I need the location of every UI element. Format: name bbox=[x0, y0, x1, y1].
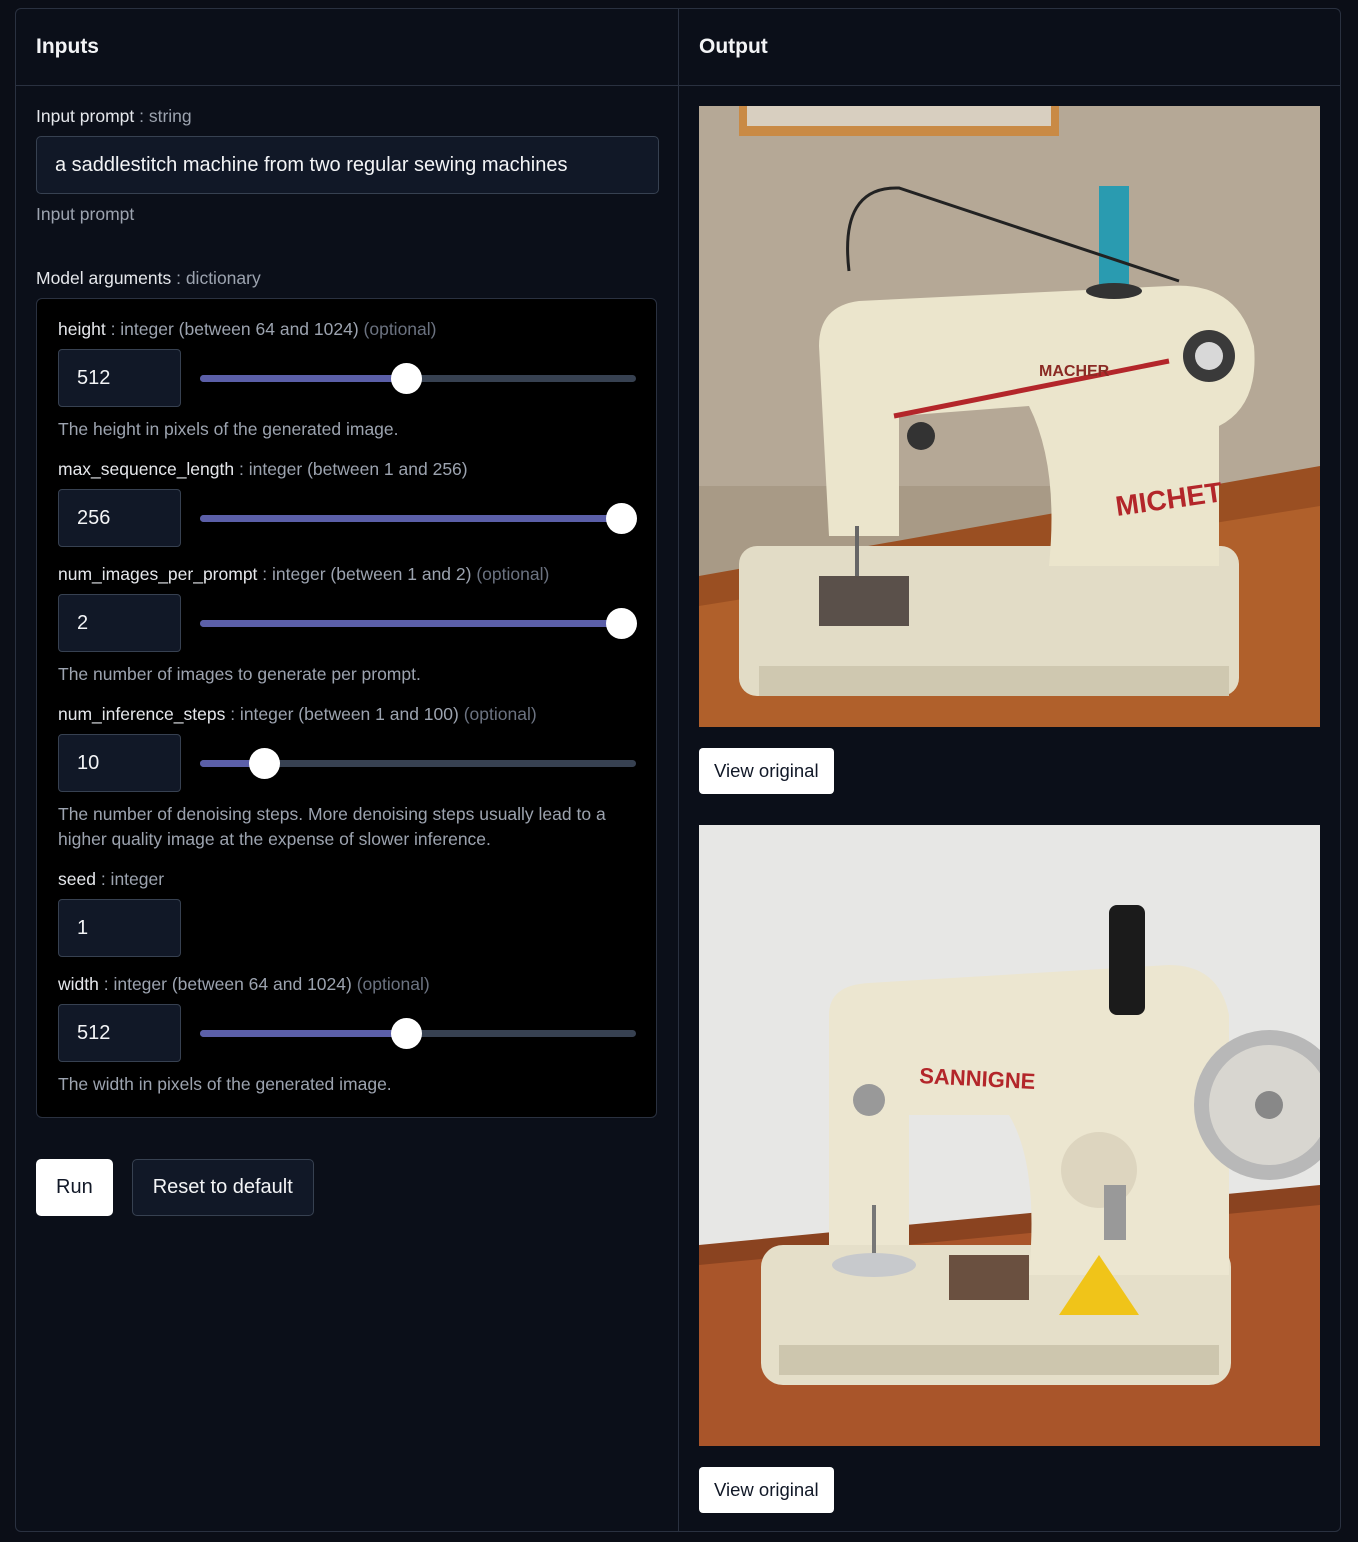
num-images-per-prompt-input[interactable]: 2 bbox=[58, 594, 181, 652]
inputs-panel: Inputs Input prompt : string a saddlesti… bbox=[16, 9, 679, 1531]
arg-max-sequence-length: max_sequence_length : integer (between 1… bbox=[58, 459, 637, 547]
max-sequence-length-slider[interactable] bbox=[199, 503, 637, 534]
arg-num-inference-steps: num_inference_steps : integer (between 1… bbox=[58, 704, 636, 852]
slider-fill bbox=[199, 620, 621, 627]
slider-fill bbox=[199, 375, 406, 382]
model-args-box: height : integer (between 64 and 1024) (… bbox=[36, 298, 657, 1118]
output-image-sewing-machine-2[interactable]: SANNIGNE bbox=[699, 825, 1320, 1446]
output-item: MACHER MICHET View original bbox=[699, 106, 1320, 794]
slider-thumb[interactable] bbox=[605, 503, 637, 534]
arg-description: The height in pixels of the generated im… bbox=[58, 419, 399, 439]
arg-optional: (optional) bbox=[463, 704, 537, 724]
seed-input[interactable]: 1 bbox=[58, 899, 181, 957]
arg-optional: (optional) bbox=[363, 319, 437, 339]
height-input[interactable]: 512 bbox=[58, 349, 181, 407]
arg-description: The width in pixels of the generated ima… bbox=[58, 1074, 392, 1094]
arg-name: seed bbox=[58, 869, 96, 889]
slider-thumb[interactable] bbox=[390, 1018, 422, 1049]
view-original-button[interactable]: View original bbox=[699, 748, 834, 794]
arg-optional: (optional) bbox=[356, 974, 430, 994]
output-image-sewing-machine-1[interactable]: MACHER MICHET bbox=[699, 106, 1320, 727]
prompt-label: Input prompt : string bbox=[36, 106, 658, 127]
model-args-type: : dictionary bbox=[176, 268, 261, 288]
prompt-input[interactable]: a saddlestitch machine from two regular … bbox=[36, 136, 659, 194]
arg-type: : integer (between 64 and 1024) bbox=[110, 319, 359, 339]
arg-name: width bbox=[58, 974, 99, 994]
slider-thumb[interactable] bbox=[605, 608, 637, 639]
arg-name: num_inference_steps bbox=[58, 704, 226, 724]
arg-description: The number of denoising steps. More deno… bbox=[58, 804, 606, 849]
width-slider[interactable] bbox=[199, 1018, 636, 1049]
arg-label: width : integer (between 64 and 1024) (o… bbox=[58, 974, 636, 995]
arg-label: max_sequence_length : integer (between 1… bbox=[58, 459, 636, 480]
model-args-label-text: Model arguments bbox=[36, 268, 172, 288]
height-slider[interactable] bbox=[199, 363, 636, 394]
arg-label: num_inference_steps : integer (between 1… bbox=[58, 704, 636, 725]
num-inference-steps-input[interactable]: 10 bbox=[58, 734, 181, 792]
inputs-title: Inputs bbox=[16, 9, 678, 86]
max-sequence-length-input[interactable]: 256 bbox=[58, 489, 181, 547]
arg-label: seed : integer bbox=[58, 869, 636, 890]
view-original-button[interactable]: View original bbox=[699, 1467, 834, 1513]
arg-height: height : integer (between 64 and 1024) (… bbox=[58, 319, 636, 442]
output-item: SANNIGNE View original bbox=[699, 825, 1320, 1513]
output-title: Output bbox=[679, 9, 1340, 86]
slider-fill bbox=[199, 515, 621, 522]
arg-type: : integer (between 1 and 2) bbox=[262, 564, 472, 584]
arg-type: : integer bbox=[100, 869, 165, 889]
output-panel: Output MACHER MICHET View original SANNI… bbox=[679, 9, 1340, 1531]
width-input[interactable]: 512 bbox=[58, 1004, 181, 1062]
prompt-label-text: Input prompt bbox=[36, 106, 135, 126]
brand-text-minor: MACHER bbox=[1039, 363, 1110, 380]
arg-name: height bbox=[58, 319, 106, 339]
arg-label: height : integer (between 64 and 1024) (… bbox=[58, 319, 636, 340]
slider-thumb[interactable] bbox=[390, 363, 422, 394]
arg-optional: (optional) bbox=[476, 564, 550, 584]
arg-seed: seed : integer 1 bbox=[58, 869, 636, 957]
arg-name: num_images_per_prompt bbox=[58, 564, 258, 584]
app-frame: Inputs Input prompt : string a saddlesti… bbox=[15, 8, 1341, 1532]
num-images-per-prompt-slider[interactable] bbox=[199, 608, 637, 639]
arg-type: : integer (between 1 and 256) bbox=[238, 459, 468, 479]
reset-button[interactable]: Reset to default bbox=[131, 1159, 314, 1216]
arg-label: num_images_per_prompt : integer (between… bbox=[58, 564, 636, 585]
slider-fill bbox=[199, 1030, 406, 1037]
num-inference-steps-slider[interactable] bbox=[199, 748, 636, 779]
prompt-help: Input prompt bbox=[36, 204, 135, 224]
arg-description: The number of images to generate per pro… bbox=[58, 664, 421, 684]
arg-type: : integer (between 1 and 100) bbox=[230, 704, 459, 724]
arg-num-images-per-prompt: num_images_per_prompt : integer (between… bbox=[58, 564, 637, 687]
arg-width: width : integer (between 64 and 1024) (o… bbox=[58, 974, 636, 1097]
run-button[interactable]: Run bbox=[36, 1159, 113, 1216]
slider-thumb[interactable] bbox=[248, 748, 280, 779]
arg-type: : integer (between 64 and 1024) bbox=[103, 974, 352, 994]
arg-name: max_sequence_length bbox=[58, 459, 235, 479]
model-args-label: Model arguments : dictionary bbox=[36, 268, 658, 289]
prompt-type: : string bbox=[139, 106, 192, 126]
